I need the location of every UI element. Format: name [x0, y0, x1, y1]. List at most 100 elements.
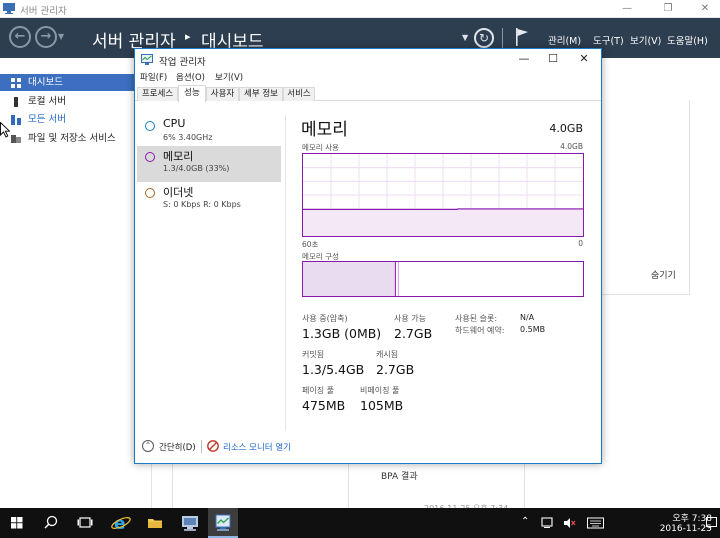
tm-menu-file[interactable]: 파일(F)	[140, 71, 167, 83]
back-arrow-icon[interactable]: ←	[9, 26, 31, 48]
composition-in-use	[303, 262, 396, 296]
windows-logo-icon	[11, 517, 23, 529]
perf-item-name: 메모리	[163, 150, 194, 163]
hide-link[interactable]: 숨기기	[651, 268, 676, 281]
ethernet-indicator-icon	[145, 188, 155, 198]
task-view-button[interactable]	[70, 508, 100, 538]
memory-indicator-icon	[145, 152, 155, 162]
task-manager-icon	[141, 54, 153, 65]
hw-reserved-value: 0.5MB	[520, 325, 546, 334]
perf-item-memory[interactable]: 메모리 1.3/4.0GB (33%)	[137, 146, 281, 182]
cached-value: 2.7GB	[376, 362, 415, 377]
memory-usage-graph	[302, 153, 584, 237]
speaker-muted-icon[interactable]	[563, 517, 576, 529]
menu-view[interactable]: 보기(V)	[630, 33, 661, 47]
memory-usage-max: 4.0GB	[560, 142, 583, 151]
tm-minimize-button[interactable]: —	[509, 51, 539, 67]
internet-explorer-button[interactable]: e	[106, 508, 136, 538]
menu-tools[interactable]: 도구(T)	[593, 33, 624, 47]
file-explorer-button[interactable]	[140, 508, 170, 538]
pane-divider	[285, 115, 286, 431]
tab-users[interactable]: 사용자	[206, 87, 239, 101]
notifications-icon[interactable]	[706, 517, 717, 529]
sidebar-item-file-storage[interactable]: 파일 및 저장소 서비스	[0, 130, 134, 147]
breadcrumb-separator-icon: ▸	[185, 30, 191, 43]
committed-value: 1.3/5.4GB	[302, 362, 365, 377]
graph-time-end: 0	[578, 239, 583, 248]
task-manager-window: 작업 관리자 — ☐ ✕ 파일(F) 옵션(O) 보기(V) 프로세스 성능 사…	[134, 48, 602, 464]
bpa-results-label: BPA 결과	[381, 472, 418, 482]
open-resource-monitor-link[interactable]: 리소스 모니터 열기	[223, 441, 291, 453]
perf-item-detail: 6% 3.40GHz	[163, 133, 213, 142]
task-manager-title: 작업 관리자	[159, 57, 206, 68]
sidebar-item-label: 로컬 서버	[28, 96, 66, 107]
search-button[interactable]	[36, 508, 66, 538]
nonpaged-pool-value: 105MB	[360, 398, 404, 413]
task-view-icon	[77, 517, 93, 528]
keyboard-icon[interactable]	[587, 517, 604, 529]
start-button[interactable]	[0, 508, 34, 538]
minimize-button[interactable]: —	[614, 1, 640, 16]
tm-menu-view[interactable]: 보기(V)	[215, 71, 243, 83]
tm-close-button[interactable]: ✕	[569, 51, 599, 67]
close-button[interactable]: ✕	[692, 1, 718, 16]
slots-value: N/A	[520, 313, 535, 322]
search-icon	[44, 515, 58, 529]
refresh-icon[interactable]: ↻	[474, 28, 494, 48]
storage-icon	[11, 135, 21, 143]
graph-time-span: 60초	[302, 240, 319, 249]
tile-border	[524, 463, 525, 508]
perf-item-detail: 1.3/4.0GB (33%)	[163, 164, 230, 173]
task-manager-taskbar-button[interactable]	[208, 508, 238, 538]
cpu-indicator-icon	[145, 121, 155, 131]
perf-item-ethernet[interactable]: 이더넷 S: 0 Kbps R: 0 Kbps	[137, 182, 281, 218]
mouse-cursor-icon	[0, 122, 10, 138]
internet-explorer-icon: e	[111, 514, 131, 534]
fewer-details-button[interactable]: 간단히(D)	[159, 441, 196, 453]
perf-item-name: CPU	[163, 117, 186, 130]
sidebar-item-dashboard[interactable]: 대시보드	[0, 74, 134, 91]
menu-manage[interactable]: 관리(M)	[548, 33, 581, 47]
slots-label: 사용된 슬롯:	[455, 314, 498, 323]
memory-total: 4.0GB	[549, 122, 583, 135]
resource-monitor-icon	[207, 440, 219, 452]
server-manager-sidebar: 대시보드 로컬 서버 모든 서버 파일 및 저장소 서비스	[0, 74, 134, 154]
hw-reserved-label: 하드웨어 예약:	[455, 326, 505, 335]
memory-usage-fill	[303, 208, 583, 236]
tile-border	[348, 463, 349, 508]
taskbar-date[interactable]: 2016-11-25	[660, 524, 712, 534]
server-manager-taskbar-button[interactable]	[173, 508, 207, 538]
task-manager-taskbar-icon	[215, 514, 231, 531]
perf-item-detail: S: 0 Kbps R: 0 Kbps	[163, 200, 241, 209]
tm-maximize-button[interactable]: ☐	[538, 51, 568, 67]
history-caret-icon[interactable]: ▼	[58, 32, 64, 41]
window-title: 서버 관리자	[20, 6, 67, 17]
task-manager-tabs: 프로세스 성능 사용자 세부 정보 서비스	[135, 85, 601, 102]
tab-processes[interactable]: 프로세스	[137, 87, 178, 101]
memory-composition-bar	[302, 261, 584, 297]
action-center-icon[interactable]	[541, 517, 554, 529]
tile-border	[689, 100, 690, 295]
chevron-up-icon[interactable]: ⌃	[142, 440, 154, 452]
refresh-caret-icon[interactable]: ▼	[462, 33, 468, 42]
performance-resource-list: CPU 6% 3.40GHz 메모리 1.3/4.0GB (33%) 이더넷 S…	[137, 115, 283, 415]
sidebar-item-label: 모든 서버	[28, 114, 66, 125]
in-use-label: 사용 중(압축)	[302, 314, 348, 323]
tm-menu-options[interactable]: 옵션(O)	[176, 71, 205, 83]
tab-services[interactable]: 서비스	[283, 87, 315, 101]
tab-performance[interactable]: 성능	[178, 85, 206, 102]
task-manager-footer: ⌃ 간단히(D) 리소스 모니터 열기	[135, 435, 601, 463]
forward-arrow-icon[interactable]: →	[35, 26, 57, 48]
menu-help[interactable]: 도움말(H)	[667, 33, 708, 47]
sidebar-item-all-servers[interactable]: 모든 서버	[0, 111, 134, 128]
restore-button[interactable]: ❐	[655, 1, 681, 16]
tab-details[interactable]: 세부 정보	[239, 87, 283, 101]
memory-title: 메모리	[301, 120, 348, 140]
dashboard-icon	[11, 78, 21, 88]
in-use-value: 1.3GB (0MB)	[302, 326, 382, 341]
task-manager-menubar: 파일(F) 옵션(O) 보기(V)	[135, 70, 601, 85]
sidebar-item-local-server[interactable]: 로컬 서버	[0, 93, 134, 110]
show-hidden-icons-icon[interactable]: ⌃	[521, 516, 529, 527]
flag-icon[interactable]	[515, 28, 529, 46]
committed-label: 커밋됨	[302, 350, 325, 359]
